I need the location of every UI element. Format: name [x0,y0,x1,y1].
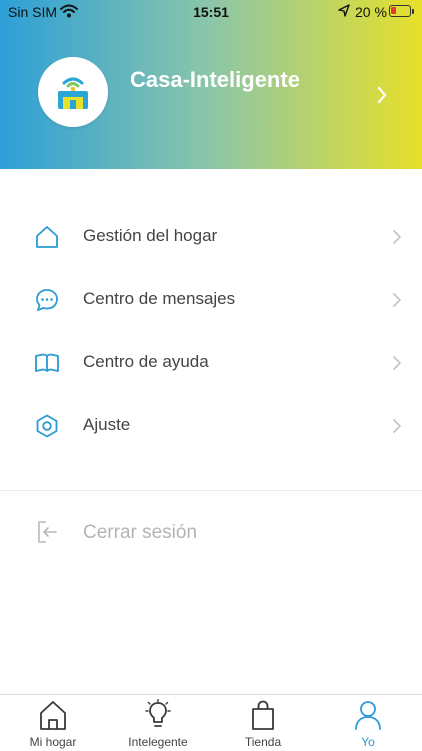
section-divider [0,490,422,491]
tab-tienda[interactable]: Tienda [213,695,313,751]
tab-label: Mi hogar [29,735,77,749]
location-arrow-icon [338,4,350,21]
logout-icon [34,519,60,545]
tab-label: Intelegente [128,735,188,749]
logout-label: Cerrar sesión [83,522,198,543]
battery-percentage: 20 % [355,4,387,20]
tab-mi-hogar[interactable]: Mi hogar [3,695,103,751]
status-bar: Sin SIM 15:51 20 % [0,0,422,24]
profile-header[interactable]: Sin SIM 15:51 20 % Casa-Inteligente [0,0,422,169]
chevron-right-icon [392,229,402,250]
tab-yo[interactable]: Yo [318,695,418,751]
message-bubble-icon [34,287,60,313]
battery-cap [412,9,414,14]
home-icon [40,701,66,730]
menu-item-label: Centro de ayuda [83,352,209,371]
menu-item-label: Centro de mensajes [83,289,236,308]
home-name[interactable]: Casa-Inteligente [130,67,300,93]
chevron-right-icon[interactable] [377,86,387,109]
book-icon [34,350,60,376]
smart-home-logo-icon [58,77,88,109]
tab-bar: Mi hogar Intelegente Tienda Yo [0,694,422,751]
menu-item-help-center[interactable]: Centro de ayuda [0,333,422,393]
chevron-right-icon [392,355,402,376]
tab-label: Yo [361,735,375,749]
chevron-right-icon [392,292,402,313]
battery-icon [389,5,411,17]
avatar[interactable] [38,57,108,127]
menu-item-message-center[interactable]: Centro de mensajes [0,270,422,330]
menu-item-label: Ajuste [83,415,131,434]
tab-label: Tienda [244,735,282,749]
menu-item-settings[interactable]: Ajuste [0,396,422,456]
shopping-bag-icon [252,700,274,730]
logout-button[interactable]: Cerrar sesión [0,502,422,562]
bulb-icon [145,699,171,727]
person-icon [355,701,381,730]
tab-intelegente[interactable]: Intelegente [108,695,208,751]
menu-item-home-management[interactable]: Gestión del hogar [0,207,422,267]
menu-item-label: Gestión del hogar [83,226,218,245]
settings-hexagon-icon [34,413,60,439]
chevron-right-icon [392,418,402,439]
house-icon [34,224,60,250]
